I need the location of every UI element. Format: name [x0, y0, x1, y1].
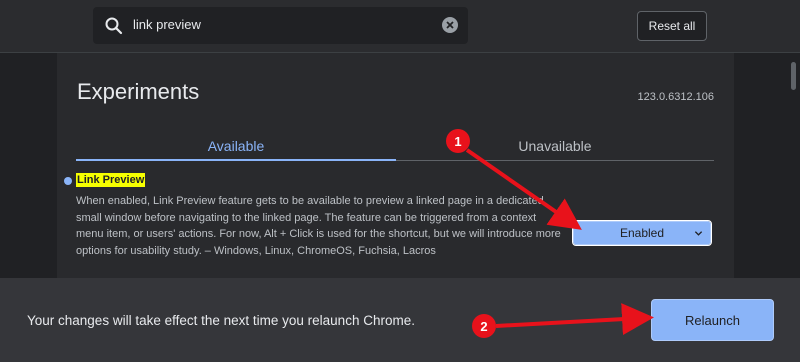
search-box[interactable]: link preview [93, 7, 468, 44]
search-icon [105, 17, 123, 35]
scrollbar[interactable] [790, 58, 797, 273]
scrollbar-thumb[interactable] [791, 62, 796, 90]
selected-option-label: Enabled [619, 226, 665, 240]
relaunch-message: Your changes will take effect the next t… [27, 313, 415, 328]
tab-available[interactable]: Available [76, 131, 396, 161]
experiment-name[interactable]: Link Preview [76, 173, 146, 187]
active-tab-indicator [76, 159, 396, 161]
chevron-down-icon [694, 231, 703, 236]
left-gutter [0, 53, 57, 278]
tab-unavailable[interactable]: Unavailable [396, 131, 714, 161]
page-title: Experiments [77, 79, 200, 104]
version-label: 123.0.6312.106 [637, 91, 714, 103]
experiment-description: When enabled, Link Preview feature gets … [76, 195, 561, 257]
search-input[interactable]: link preview [133, 17, 201, 32]
relaunch-bar: Your changes will take effect the next t… [0, 278, 800, 362]
relaunch-button[interactable]: Relaunch [651, 299, 774, 341]
experiment-state-select[interactable]: Enabled [572, 220, 712, 246]
top-toolbar: link preview Reset all [0, 0, 800, 53]
experiment-modified-dot [64, 177, 72, 185]
reset-all-button[interactable]: Reset all [637, 11, 707, 41]
clear-search-icon[interactable] [442, 17, 458, 33]
experiments-panel: Experiments 123.0.6312.106 Available Una… [57, 53, 734, 278]
